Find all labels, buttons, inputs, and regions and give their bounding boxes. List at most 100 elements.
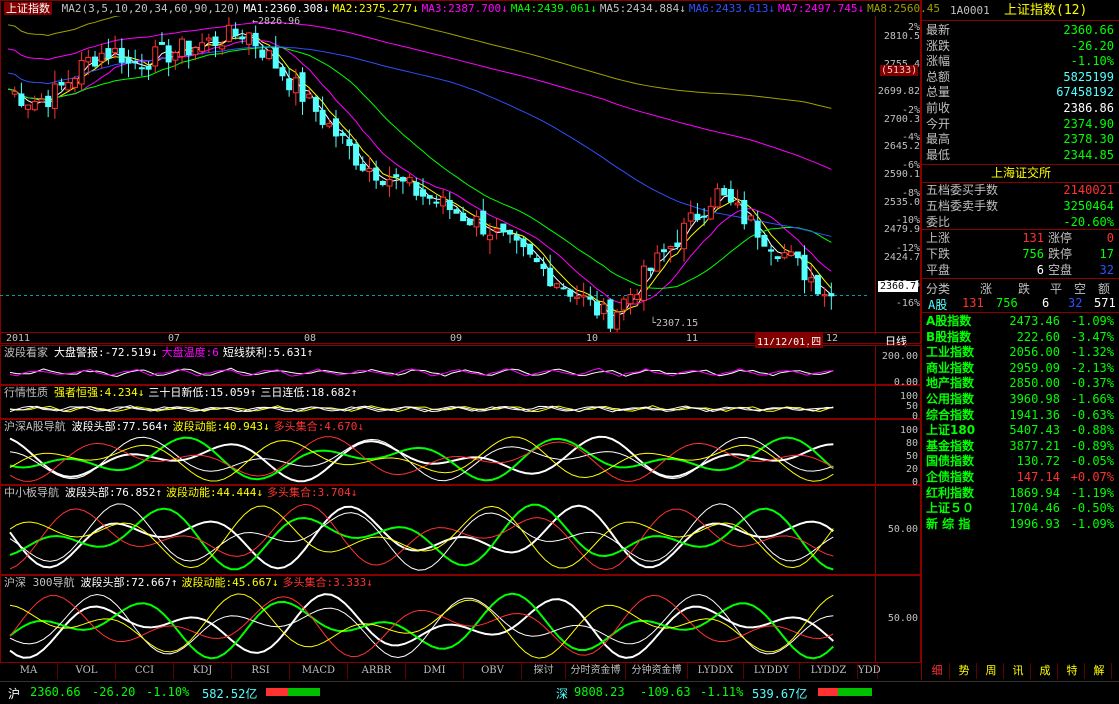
candle-body bbox=[272, 47, 279, 69]
sz-breadth-bar bbox=[818, 688, 872, 696]
indicator-tab[interactable]: LYDDX bbox=[688, 663, 744, 679]
index-row[interactable]: 基金指数 3877.21 -0.89% bbox=[922, 438, 1116, 454]
candle-body bbox=[31, 100, 38, 111]
current-price-tag: 2360.7 bbox=[878, 281, 919, 292]
indicator-tab[interactable]: LYDDY bbox=[744, 663, 800, 679]
indicator-axis bbox=[875, 345, 876, 385]
class-head-cell: 空 bbox=[1074, 282, 1087, 296]
indicator-line bbox=[9, 503, 834, 571]
indicator-tab[interactable]: DMI bbox=[406, 663, 464, 679]
breadth-label: 上涨 bbox=[926, 231, 951, 245]
side-tab[interactable]: 成 bbox=[1033, 663, 1058, 679]
side-tab[interactable]: 讯 bbox=[1006, 663, 1031, 679]
class-head-cell: 跌 bbox=[1018, 282, 1031, 296]
quote-row: 总量 67458192 bbox=[922, 84, 1116, 100]
indicator-tab[interactable]: ARBR bbox=[348, 663, 406, 679]
indicator-tick: 80 bbox=[905, 438, 918, 449]
candle-body bbox=[353, 143, 360, 166]
index-percent: -0.63% bbox=[1070, 407, 1114, 422]
candle-body bbox=[681, 222, 688, 250]
quote-label: 最低 bbox=[926, 147, 951, 162]
indicator-tab[interactable]: VOL bbox=[58, 663, 116, 679]
indicator-tab[interactable]: CCI bbox=[116, 663, 174, 679]
index-row[interactable]: 工业指数 2056.00 -1.32% bbox=[922, 344, 1116, 360]
candle-body bbox=[85, 56, 92, 63]
index-row[interactable]: 上证５０ 1704.46 -0.50% bbox=[922, 500, 1116, 516]
indicator-tab[interactable]: MA bbox=[0, 663, 58, 679]
indicator-tick: 50 bbox=[905, 451, 918, 462]
candle-body bbox=[533, 257, 540, 263]
candle-body bbox=[781, 252, 788, 259]
side-tab[interactable]: 周 bbox=[979, 663, 1004, 679]
candle-body bbox=[808, 277, 815, 283]
candle-body bbox=[426, 195, 433, 199]
indicator-tab[interactable]: 分钟资金博 bbox=[626, 663, 688, 679]
side-tab[interactable]: 势 bbox=[952, 663, 977, 679]
candle-body bbox=[788, 251, 795, 257]
quote-label: 总额 bbox=[926, 69, 951, 84]
class-head-cell: 分类 bbox=[926, 282, 951, 296]
index-row[interactable]: 国债指数 130.72 -0.05% bbox=[922, 453, 1116, 469]
candle-body bbox=[794, 251, 801, 259]
quote-header: 1A0001 上证指数(12) bbox=[922, 2, 1119, 21]
candle-body bbox=[453, 209, 460, 214]
indicator-lines bbox=[9, 405, 834, 413]
indicator-tab[interactable]: RSI bbox=[232, 663, 290, 679]
candle-body bbox=[192, 47, 199, 56]
candle-body bbox=[754, 221, 761, 238]
candle-body bbox=[413, 182, 420, 196]
side-tab[interactable]: 细 bbox=[925, 663, 950, 679]
indicator-tab[interactable]: OBV bbox=[464, 663, 522, 679]
indicator-tick: 20 bbox=[905, 464, 918, 475]
candlestick-chart[interactable]: ←2826.96 └2307.15 bbox=[0, 16, 875, 332]
indicator-lines bbox=[9, 367, 834, 378]
candle-body bbox=[406, 176, 413, 184]
indicator-tab[interactable]: YDD bbox=[858, 663, 881, 679]
indicator-tab[interactable]: 分时资金博 bbox=[566, 663, 626, 679]
order-value: -20.60% bbox=[1063, 215, 1114, 229]
sz-percent: -1.11% bbox=[700, 685, 744, 699]
index-value: 3877.21 bbox=[1009, 438, 1060, 453]
indicator-tab[interactable]: KDJ bbox=[174, 663, 232, 679]
candle-body bbox=[607, 299, 614, 329]
indicator-axis bbox=[875, 419, 876, 485]
candle-body bbox=[701, 215, 708, 218]
index-row[interactable]: 地产指数 2850.00 -0.37% bbox=[922, 375, 1116, 391]
index-row[interactable]: B股指数 222.60 -3.47% bbox=[922, 329, 1116, 345]
month-label: 11 bbox=[686, 333, 699, 344]
candle-body bbox=[747, 215, 754, 221]
quote-label: 最高 bbox=[926, 132, 951, 147]
breadth-value2: 0 bbox=[1106, 231, 1114, 245]
indicator-tab[interactable]: LYDDZ bbox=[800, 663, 858, 679]
side-tab[interactable]: 特 bbox=[1060, 663, 1085, 679]
quote-value: 67458192 bbox=[1056, 85, 1114, 100]
indicator-tab[interactable]: 探讨 bbox=[522, 663, 566, 679]
candle-body bbox=[513, 235, 520, 241]
candle-body bbox=[339, 133, 346, 136]
indicator-tab[interactable]: MACD bbox=[290, 663, 348, 679]
index-row[interactable]: 综合指数 1941.36 -0.63% bbox=[922, 407, 1116, 423]
side-tab[interactable]: 解 bbox=[1087, 663, 1112, 679]
index-row[interactable]: 公用指数 3960.98 -1.66% bbox=[922, 391, 1116, 407]
index-row[interactable]: 企债指数 147.14 +0.07% bbox=[922, 469, 1116, 485]
candle-body bbox=[761, 234, 768, 247]
ma-legend-item: MA2(3,5,10,20,34,60,90,120) bbox=[61, 2, 241, 15]
candle-body bbox=[359, 163, 366, 171]
index-percent: -3.47% bbox=[1070, 329, 1114, 344]
candle-body bbox=[279, 67, 286, 77]
class-cell: 571 bbox=[1094, 296, 1116, 310]
candle-body bbox=[98, 52, 105, 62]
candle-body bbox=[687, 212, 694, 222]
index-row[interactable]: 商业指数 2959.09 -2.13% bbox=[922, 360, 1116, 376]
month-label: 2011 bbox=[6, 333, 31, 344]
index-row[interactable]: A股指数 2473.46 -1.09% bbox=[922, 313, 1116, 329]
index-row[interactable]: 红利指数 1869.94 -1.19% bbox=[922, 485, 1116, 501]
quote-row: 今开 2374.90 bbox=[922, 116, 1116, 132]
index-row[interactable]: 新 综 指 1996.93 -1.09% bbox=[922, 516, 1116, 532]
candle-body bbox=[346, 139, 353, 147]
indicator-axis bbox=[875, 385, 876, 419]
index-row[interactable]: 上证180 5407.43 -0.88% bbox=[922, 422, 1116, 438]
sh-price: 2360.66 bbox=[30, 685, 81, 699]
candle-body bbox=[199, 42, 206, 52]
candle-body bbox=[152, 46, 159, 67]
